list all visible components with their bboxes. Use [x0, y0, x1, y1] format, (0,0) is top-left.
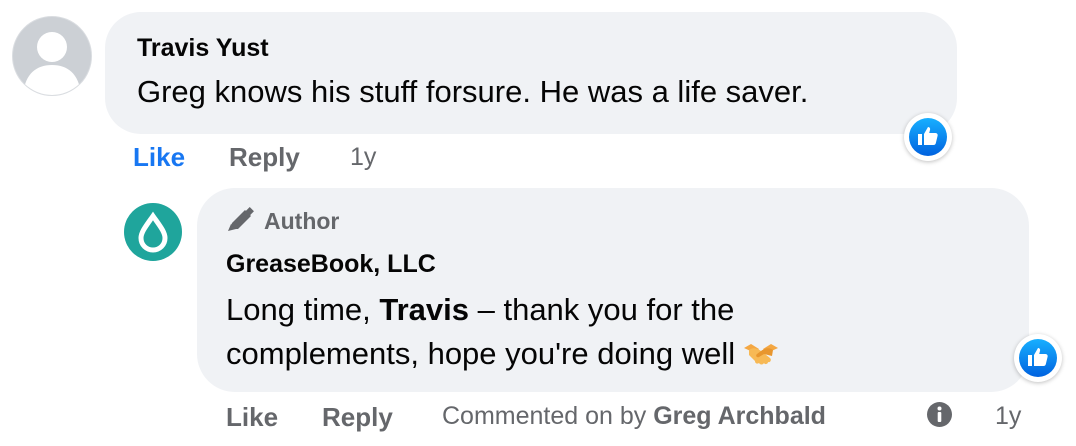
reply-text-before-mention: Long time,	[226, 292, 380, 327]
commented-by-name[interactable]: Greg Archbald	[653, 402, 826, 430]
comment-text: Greg knows his stuff forsure. He was a l…	[137, 74, 809, 109]
pencil-icon	[226, 207, 256, 238]
reply-text-after-mention: – thank you for the	[469, 292, 735, 327]
thumbs-up-icon	[1028, 348, 1048, 366]
reply-text-line-2-text: complements, hope you're doing well	[226, 336, 736, 371]
author-badge-label: Author	[264, 208, 340, 234]
commented-on-by-text: Commented on by Greg Archbald	[442, 402, 826, 431]
person-silhouette-icon	[23, 32, 81, 95]
comment-bubble	[105, 12, 957, 134]
handshake-emoji-icon	[743, 336, 779, 380]
reply-timestamp[interactable]: 1y	[995, 402, 1021, 431]
comment-reply-button[interactable]: Reply	[229, 142, 300, 173]
thumbs-up-icon	[918, 127, 938, 145]
comment-like-button[interactable]: Like	[133, 142, 185, 173]
comment-reaction-badge[interactable]	[904, 113, 952, 161]
reply-text-line-1: Long time, Travis – thank you for the	[226, 288, 779, 332]
reply-reply-button[interactable]: Reply	[322, 402, 393, 433]
reply-author-name[interactable]: GreaseBook, LLC	[226, 250, 436, 279]
reply-reaction-badge[interactable]	[1014, 334, 1062, 382]
mention-link[interactable]: Travis	[379, 292, 469, 327]
comment-timestamp[interactable]: 1y	[350, 143, 376, 172]
oil-drop-logo-icon	[138, 211, 168, 253]
comment-author-name[interactable]: Travis Yust	[137, 34, 269, 63]
reply-text: Long time, Travis – thank you for the co…	[226, 288, 779, 380]
greasebook-avatar[interactable]	[124, 203, 182, 261]
default-avatar[interactable]	[12, 16, 92, 96]
reply-like-button[interactable]: Like	[226, 402, 278, 433]
reply-text-line-2: complements, hope you're doing well	[226, 332, 779, 380]
commented-prefix: Commented on by	[442, 402, 654, 430]
info-icon[interactable]	[926, 401, 953, 433]
